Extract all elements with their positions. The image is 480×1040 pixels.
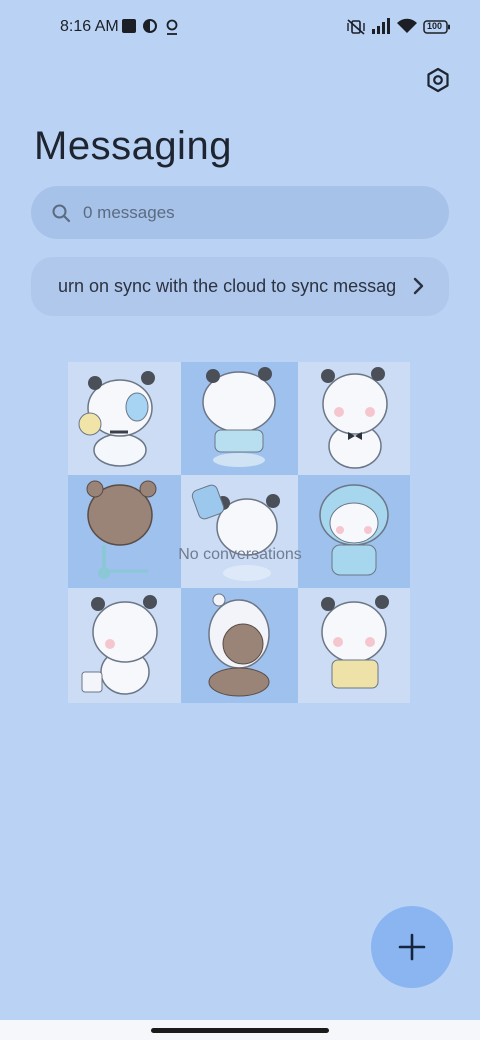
sticker-panda-icecream — [68, 362, 181, 475]
sticker-panda-bow — [298, 362, 410, 475]
home-gesture-handle[interactable] — [151, 1028, 329, 1033]
battery-level: 100 — [427, 21, 443, 31]
sticker-illustration — [68, 362, 410, 703]
stop-icon — [121, 18, 137, 36]
chevron-right-icon — [413, 277, 424, 295]
battery-icon: 100 — [423, 20, 451, 38]
half-circle-icon — [142, 18, 158, 36]
plus-icon — [398, 933, 426, 961]
search-input[interactable]: 0 messages — [83, 203, 175, 223]
search-bar[interactable]: 0 messages — [31, 186, 449, 239]
sync-banner-text: urn on sync with the cloud to sync messa… — [58, 276, 396, 296]
sticker-bear-scooter — [68, 475, 181, 588]
new-message-button[interactable] — [371, 906, 453, 988]
sticker-bear-costume — [181, 588, 298, 703]
sticker-panda-waving — [181, 475, 298, 588]
location-pin-icon — [164, 18, 180, 36]
empty-state-text: No conversations — [178, 546, 302, 563]
search-icon — [52, 204, 71, 222]
page-title: Messaging — [34, 124, 232, 168]
status-time: 8:16 AM — [60, 18, 119, 35]
settings-icon — [427, 67, 449, 93]
sticker-panda-back — [181, 362, 298, 475]
sticker-panda-cup — [68, 588, 181, 703]
signal-icon — [372, 18, 392, 36]
navigation-bar — [0, 1020, 480, 1040]
settings-button[interactable] — [422, 64, 454, 96]
sticker-panda-raincoat — [298, 475, 410, 588]
sticker-panda-shirt — [298, 588, 410, 703]
vibrate-mute-icon — [346, 18, 366, 36]
sync-banner[interactable]: urn on sync with the cloud to sync messa… — [31, 257, 449, 316]
wifi-icon — [396, 18, 418, 36]
status-bar: 8:16 AM 100 — [0, 0, 480, 56]
